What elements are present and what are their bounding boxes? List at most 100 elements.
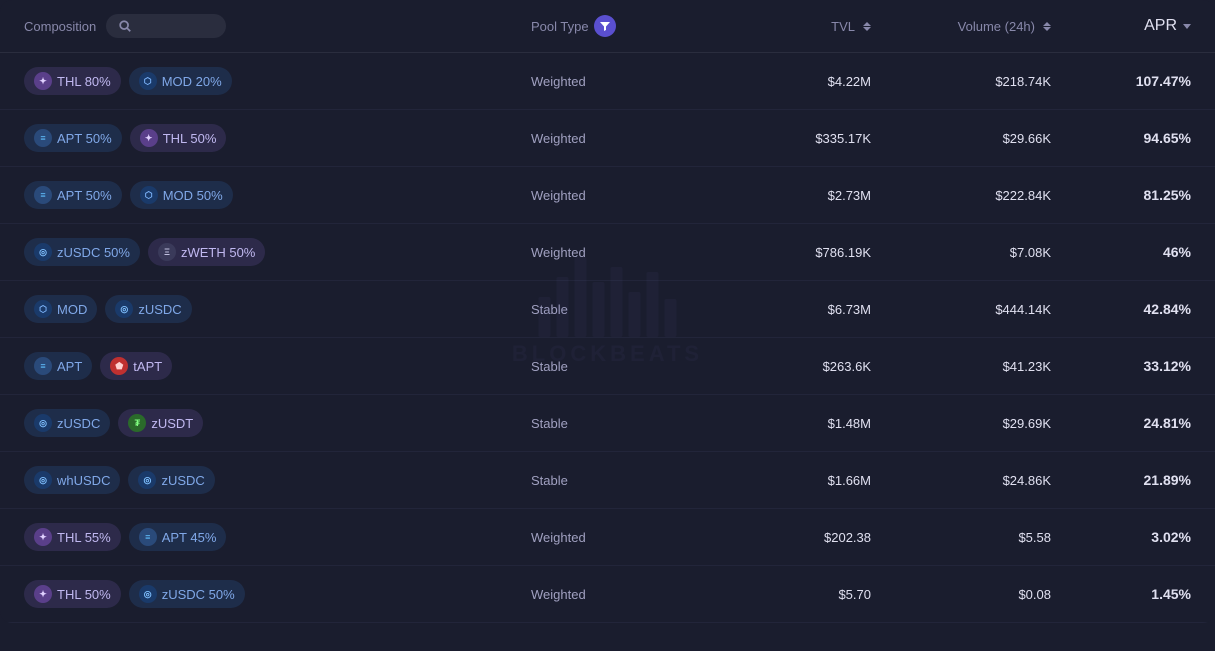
table-row[interactable]: ✦THL 50%◎zUSDC 50%Weighted$5.70$0.081.45… <box>0 566 1215 623</box>
token-label: MOD 20% <box>162 74 222 89</box>
token-label: MOD <box>57 302 87 317</box>
table-row[interactable]: ✦THL 55%≡APT 45%Weighted$202.38$5.583.02… <box>0 509 1215 566</box>
volume-cell: $0.08 <box>871 587 1051 602</box>
token-label: zUSDT <box>151 416 193 431</box>
pool-type-cell: Stable <box>531 416 691 431</box>
volume-cell: $24.86K <box>871 473 1051 488</box>
table-row[interactable]: ✦THL 80% ⬡MOD 20% Weighted$4.22M$218.74K10… <box>0 53 1215 110</box>
table-row[interactable]: ◎zUSDC ₮zUSDT Stable$1.48M$29.69K24.81% <box>0 395 1215 452</box>
token-icon-thl: ✦ <box>140 129 158 147</box>
token-icon-mod: ⬡ <box>140 186 158 204</box>
tvl-cell: $1.66M <box>691 473 871 488</box>
table-body: ✦THL 80%⬡MOD 20%Weighted$4.22M$218.74K10… <box>0 53 1215 623</box>
token-badge-zusdt[interactable]: ₮zUSDT <box>118 409 203 437</box>
apr-cell: 81.25% <box>1051 187 1191 203</box>
table-row[interactable]: ≡APT 50%✦THL 50%Weighted$335.17K$29.66K9… <box>0 110 1215 167</box>
token-icon-apt: ≡ <box>34 357 52 375</box>
volume-sort-icon <box>1043 22 1051 31</box>
token-badge-thl[interactable]: ✦ THL 55% <box>24 523 121 551</box>
token-badge-mod[interactable]: ⬡MOD 20% <box>129 67 232 95</box>
token-badge-whusdc[interactable]: ◎ whUSDC <box>24 466 120 494</box>
token-icon-zusdc: ◎ <box>115 300 133 318</box>
token-badge-zweth[interactable]: ΞzWETH 50% <box>148 238 265 266</box>
tvl-cell: $263.6K <box>691 359 871 374</box>
funnel-icon <box>599 20 611 32</box>
table-row[interactable]: ≡APT⬟tAPTStable$263.6K$41.23K33.12% <box>0 338 1215 395</box>
token-badge-zusdc[interactable]: ◎ zUSDC <box>105 295 191 323</box>
table-row[interactable]: ◎zUSDC 50%ΞzWETH 50%Weighted$786.19K$7.0… <box>0 224 1215 281</box>
token-label: MOD 50% <box>163 188 223 203</box>
token-badge-thl[interactable]: ✦THL 80% <box>24 67 121 95</box>
tvl-cell: $6.73M <box>691 302 871 317</box>
apr-cell: 46% <box>1051 244 1191 260</box>
token-label: zUSDC <box>138 302 181 317</box>
token-badge-apt[interactable]: ≡APT 45% <box>129 523 227 551</box>
apr-cell: 42.84% <box>1051 301 1191 317</box>
apr-header[interactable]: APR <box>1051 17 1191 35</box>
token-label: APT 50% <box>57 188 112 203</box>
table-row[interactable]: ≡APT 50%⬡MOD 50%Weighted$2.73M$222.84K81… <box>0 167 1215 224</box>
token-label: THL 50% <box>163 131 217 146</box>
pool-type-cell: Weighted <box>531 245 691 260</box>
tvl-header[interactable]: TVL <box>691 19 871 34</box>
tvl-cell: $4.22M <box>691 74 871 89</box>
composition-header: Composition <box>24 14 531 38</box>
token-badge-tapt[interactable]: ⬟ tAPT <box>100 352 172 380</box>
token-badge-thl[interactable]: ✦ THL 50% <box>130 124 227 152</box>
token-badge-apt[interactable]: ≡APT 50% <box>24 124 122 152</box>
tvl-cell: $786.19K <box>691 245 871 260</box>
volume-cell: $5.58 <box>871 530 1051 545</box>
token-label: zUSDC <box>161 473 204 488</box>
token-label: THL 55% <box>57 530 111 545</box>
token-badge-zusdc[interactable]: ◎zUSDC 50% <box>129 580 245 608</box>
token-badge-mod[interactable]: ⬡MOD <box>24 295 97 323</box>
token-icon-apt: ≡ <box>139 528 157 546</box>
apr-cell: 24.81% <box>1051 415 1191 431</box>
token-badge-mod[interactable]: ⬡ MOD 50% <box>130 181 233 209</box>
token-badge-apt[interactable]: ≡APT 50% <box>24 181 122 209</box>
token-badge-thl[interactable]: ✦THL 50% <box>24 580 121 608</box>
pool-type-cell: Weighted <box>531 587 691 602</box>
tvl-cell: $202.38 <box>691 530 871 545</box>
composition-cell: ⬡MOD ◎ zUSDC <box>24 295 531 323</box>
token-icon-zusdc: ◎ <box>34 243 52 261</box>
filter-icon[interactable] <box>594 15 616 37</box>
token-label: zUSDC 50% <box>57 245 130 260</box>
tvl-cell: $1.48M <box>691 416 871 431</box>
tvl-cell: $5.70 <box>691 587 871 602</box>
pool-type-cell: Stable <box>531 302 691 317</box>
composition-label: Composition <box>24 19 96 34</box>
pool-type-cell: Weighted <box>531 188 691 203</box>
volume-header[interactable]: Volume (24h) <box>871 19 1051 34</box>
search-box[interactable] <box>106 14 226 38</box>
composition-cell: ◎zUSDC ₮zUSDT <box>24 409 531 437</box>
token-badge-zusdc[interactable]: ◎zUSDC <box>24 409 110 437</box>
table-row[interactable]: ⬡MOD◎zUSDCStable$6.73M$444.14K42.84% <box>0 281 1215 338</box>
token-badge-zusdc[interactable]: ◎zUSDC <box>128 466 214 494</box>
composition-cell: ≡APT 50% ⬡ MOD 50% <box>24 181 531 209</box>
apr-cell: 33.12% <box>1051 358 1191 374</box>
token-label: tAPT <box>133 359 162 374</box>
pool-type-cell: Weighted <box>531 74 691 89</box>
volume-cell: $29.69K <box>871 416 1051 431</box>
token-icon-whusdc: ◎ <box>34 471 52 489</box>
volume-cell: $218.74K <box>871 74 1051 89</box>
pool-type-cell: Stable <box>531 359 691 374</box>
pool-type-cell: Stable <box>531 473 691 488</box>
token-badge-zusdc[interactable]: ◎ zUSDC 50% <box>24 238 140 266</box>
main-table: BLOCKBEATS Composition Pool Type TVL <box>0 0 1215 623</box>
tvl-cell: $335.17K <box>691 131 871 146</box>
apr-cell: 94.65% <box>1051 130 1191 146</box>
token-label: whUSDC <box>57 473 110 488</box>
token-badge-apt[interactable]: ≡ APT <box>24 352 92 380</box>
table-header: Composition Pool Type TVL <box>0 0 1215 53</box>
composition-cell: ≡APT 50% ✦ THL 50% <box>24 124 531 152</box>
token-icon-thl: ✦ <box>34 528 52 546</box>
table-row[interactable]: ◎whUSDC◎zUSDCStable$1.66M$24.86K21.89% <box>0 452 1215 509</box>
token-label: zWETH 50% <box>181 245 255 260</box>
token-label: APT 50% <box>57 131 112 146</box>
token-icon-tapt: ⬟ <box>110 357 128 375</box>
apr-cell: 107.47% <box>1051 73 1191 89</box>
search-icon <box>118 19 132 33</box>
token-label: APT <box>57 359 82 374</box>
